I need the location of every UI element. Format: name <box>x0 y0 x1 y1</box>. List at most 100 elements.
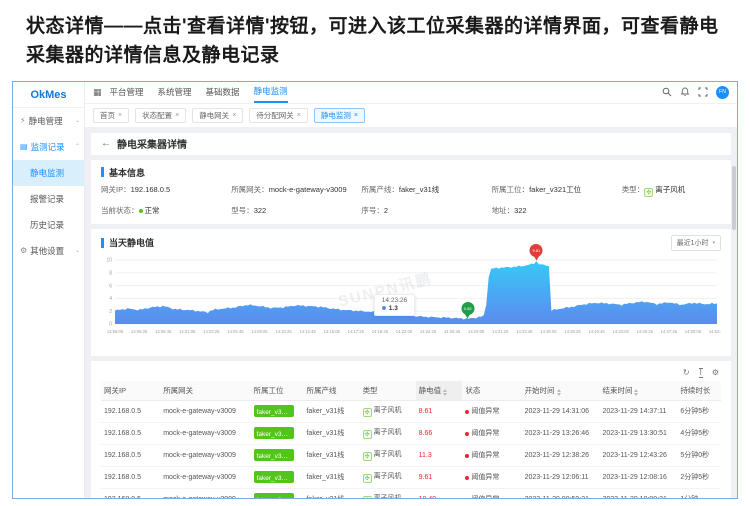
sidebar-item-监测记录[interactable]: ▤ 监测记录 ⌃ <box>13 134 84 160</box>
cell-static-value: 9.61 <box>415 466 463 489</box>
tab-首页[interactable]: 首页 × <box>93 107 130 123</box>
user-avatar[interactable]: FN <box>716 85 729 99</box>
cell-status: 阈值异常 <box>462 466 522 489</box>
station-tag: faker_v321工位 <box>253 427 294 440</box>
svg-text:14:15:06: 14:15:06 <box>324 329 341 334</box>
table-row[interactable]: 192.168.0.5mock-e-gateway-v3009faker_v32… <box>101 488 721 498</box>
search-icon[interactable] <box>662 87 672 97</box>
app-window: OkMes ⚡ 静电管理 ⌄ ▤ 监测记录 ⌃ 静电监测 报警记录 历史记录 ⚙ 其他设置 ⌄ ▦ 平… <box>12 80 738 499</box>
cell-static-value: 11.3 <box>415 444 463 467</box>
cell-station: faker_v321工位 <box>250 422 304 445</box>
cell-end-time: 2023-11-29 12:08:16 <box>599 466 678 489</box>
cell-type: ✣离子风机 <box>359 444 416 467</box>
cell-end-time: 2023-11-29 14:37:11 <box>599 400 678 423</box>
column-label: 持续时长 <box>680 385 711 395</box>
sidebar-item-历史记录[interactable]: 历史记录 <box>13 212 84 238</box>
cell-duration: 1分钟 <box>677 488 721 498</box>
ion-fan-icon: ✣ <box>644 187 654 197</box>
column-label: 网关IP <box>104 385 127 395</box>
column-label: 静电值 <box>418 385 442 395</box>
sidebar-item-其他设置[interactable]: ⚙ 其他设置 ⌄ <box>13 238 84 264</box>
tab-待分配网关[interactable]: 待分配网关 × <box>249 107 308 123</box>
cell-start-time: 2023-11-29 12:06:11 <box>521 466 600 489</box>
chevron-icon: ⌄ <box>74 248 80 255</box>
svg-text:13:56:06: 13:56:06 <box>107 329 124 334</box>
tab-状态配置[interactable]: 状态配置 × <box>135 107 187 123</box>
sort-icon[interactable] <box>443 388 448 396</box>
content-area: ← 静电采集器详情 基本信息 网关IP：192.168.0.5 所属网关：mock… <box>85 127 737 498</box>
sidebar-item-静电管理[interactable]: ⚡ 静电管理 ⌄ <box>13 108 84 134</box>
ion-fan-icon: ✣ <box>362 430 372 440</box>
records-icon: ▤ <box>20 142 28 152</box>
column-header-结束时间[interactable]: 结束时间 <box>599 380 678 401</box>
svg-text:14:12:46: 14:12:46 <box>299 329 316 334</box>
tab-close-icon[interactable]: × <box>232 112 236 119</box>
field-当前状态: 当前状态： 正常 <box>101 205 160 215</box>
collapse-menu-icon[interactable]: ▦ <box>93 87 102 98</box>
settings-icon[interactable]: ⚙ <box>712 368 719 377</box>
cell-duration: 2分钟5秒 <box>677 466 721 489</box>
cell-station: faker_v321工位 <box>250 444 304 467</box>
cell-start-time: 2023-11-29 13:26:46 <box>521 422 600 445</box>
status-dot-icon <box>465 453 470 458</box>
cell-station: faker_v321工位 <box>250 488 304 498</box>
page-title: 状态详情——点击'查看详情'按钮，可进入该工位采集器的详情界面，可查看静电采集器… <box>26 16 719 67</box>
tab-close-icon[interactable]: × <box>354 112 358 119</box>
tab-静电监测[interactable]: 静电监测 × <box>313 107 365 123</box>
back-arrow-icon[interactable]: ← <box>101 138 111 149</box>
table-row[interactable]: 192.168.0.5mock-e-gateway-v3009faker_v32… <box>101 422 721 445</box>
chart-tooltip: 14:23:26 1.3 <box>373 293 416 316</box>
sidebar-item-报警记录[interactable]: 报警记录 <box>13 186 84 212</box>
column-height-icon[interactable]: I <box>698 367 703 378</box>
tooltip-value: 1.3 <box>388 304 398 312</box>
topnav-item-静电监测[interactable]: 静电监测 <box>253 82 288 103</box>
cell-type: ✣离子风机 <box>359 400 416 423</box>
topnav-item-系统管理[interactable]: 系统管理 <box>158 82 192 103</box>
static-value-chart[interactable]: 0 2 4 6 8 10 13:56:06 13:56:26 13:58:46 14:01:06 1… <box>101 244 721 350</box>
cell-gateway-ip: 192.168.0.5 <box>101 488 161 498</box>
chevron-icon: ⌃ <box>74 144 80 151</box>
scrollbar-thumb[interactable] <box>732 165 736 230</box>
cell-station: faker_v321工位 <box>250 400 304 423</box>
table-row[interactable]: 192.168.0.5mock-e-gateway-v3009faker_v32… <box>101 466 721 489</box>
field-类型: 类型： ✣ 离子风机 <box>621 184 686 197</box>
svg-text:10: 10 <box>106 258 112 264</box>
cell-duration: 6分钟5秒 <box>677 400 721 423</box>
field-value: 322 <box>514 205 527 215</box>
sidebar-item-label: 其他设置 <box>30 245 65 256</box>
column-label: 所属工位 <box>253 385 284 395</box>
tab-close-icon[interactable]: × <box>118 112 122 119</box>
column-label: 状态 <box>465 385 481 395</box>
field-地址: 地址：322 <box>491 205 527 215</box>
column-label: 类型 <box>362 385 378 395</box>
svg-text:14:40:46: 14:40:46 <box>588 329 605 334</box>
ion-fan-icon: ✣ <box>362 408 372 418</box>
cell-line: faker_v31线 <box>303 444 360 467</box>
fullscreen-icon[interactable] <box>698 87 708 97</box>
cell-station: faker_v321工位 <box>250 466 304 489</box>
tab-静电网关[interactable]: 静电网关 × <box>192 107 244 123</box>
tab-close-icon[interactable]: × <box>297 112 301 119</box>
topnav-item-基础数据[interactable]: 基础数据 <box>206 82 240 103</box>
app-logo[interactable]: OkMes <box>13 82 84 108</box>
table-row[interactable]: 192.168.0.5mock-e-gateway-v3009faker_v32… <box>101 400 721 423</box>
detail-header: ← 静电采集器详情 <box>91 132 731 155</box>
sort-icon[interactable] <box>634 388 639 396</box>
chart-title: 当天静电值 <box>101 236 154 249</box>
sidebar-item-静电监测[interactable]: 静电监测 <box>13 159 84 186</box>
svg-text:14:45:26: 14:45:26 <box>637 329 654 334</box>
column-label: 结束时间 <box>602 385 633 395</box>
time-range-select[interactable]: 最近1小时 ▾ <box>670 234 721 251</box>
refresh-icon[interactable]: ↻ <box>683 368 690 377</box>
column-header-开始时间[interactable]: 开始时间 <box>521 380 600 401</box>
table-row[interactable]: 192.168.0.5mock-e-gateway-v3009faker_v32… <box>101 444 721 467</box>
tab-close-icon[interactable]: × <box>175 112 179 119</box>
sort-icon[interactable] <box>556 388 561 396</box>
column-header-静电值[interactable]: 静电值 <box>415 380 463 401</box>
cell-type: ✣离子风机 <box>359 488 416 498</box>
notification-bell-icon[interactable] <box>680 87 690 97</box>
cell-static-value: 10.49 <box>415 488 463 498</box>
column-label: 所属网关 <box>163 385 194 395</box>
topnav-item-平台管理[interactable]: 平台管理 <box>110 82 144 103</box>
field-所属网关: 所属网关：mock-e-gateway-v3009 <box>231 184 347 194</box>
